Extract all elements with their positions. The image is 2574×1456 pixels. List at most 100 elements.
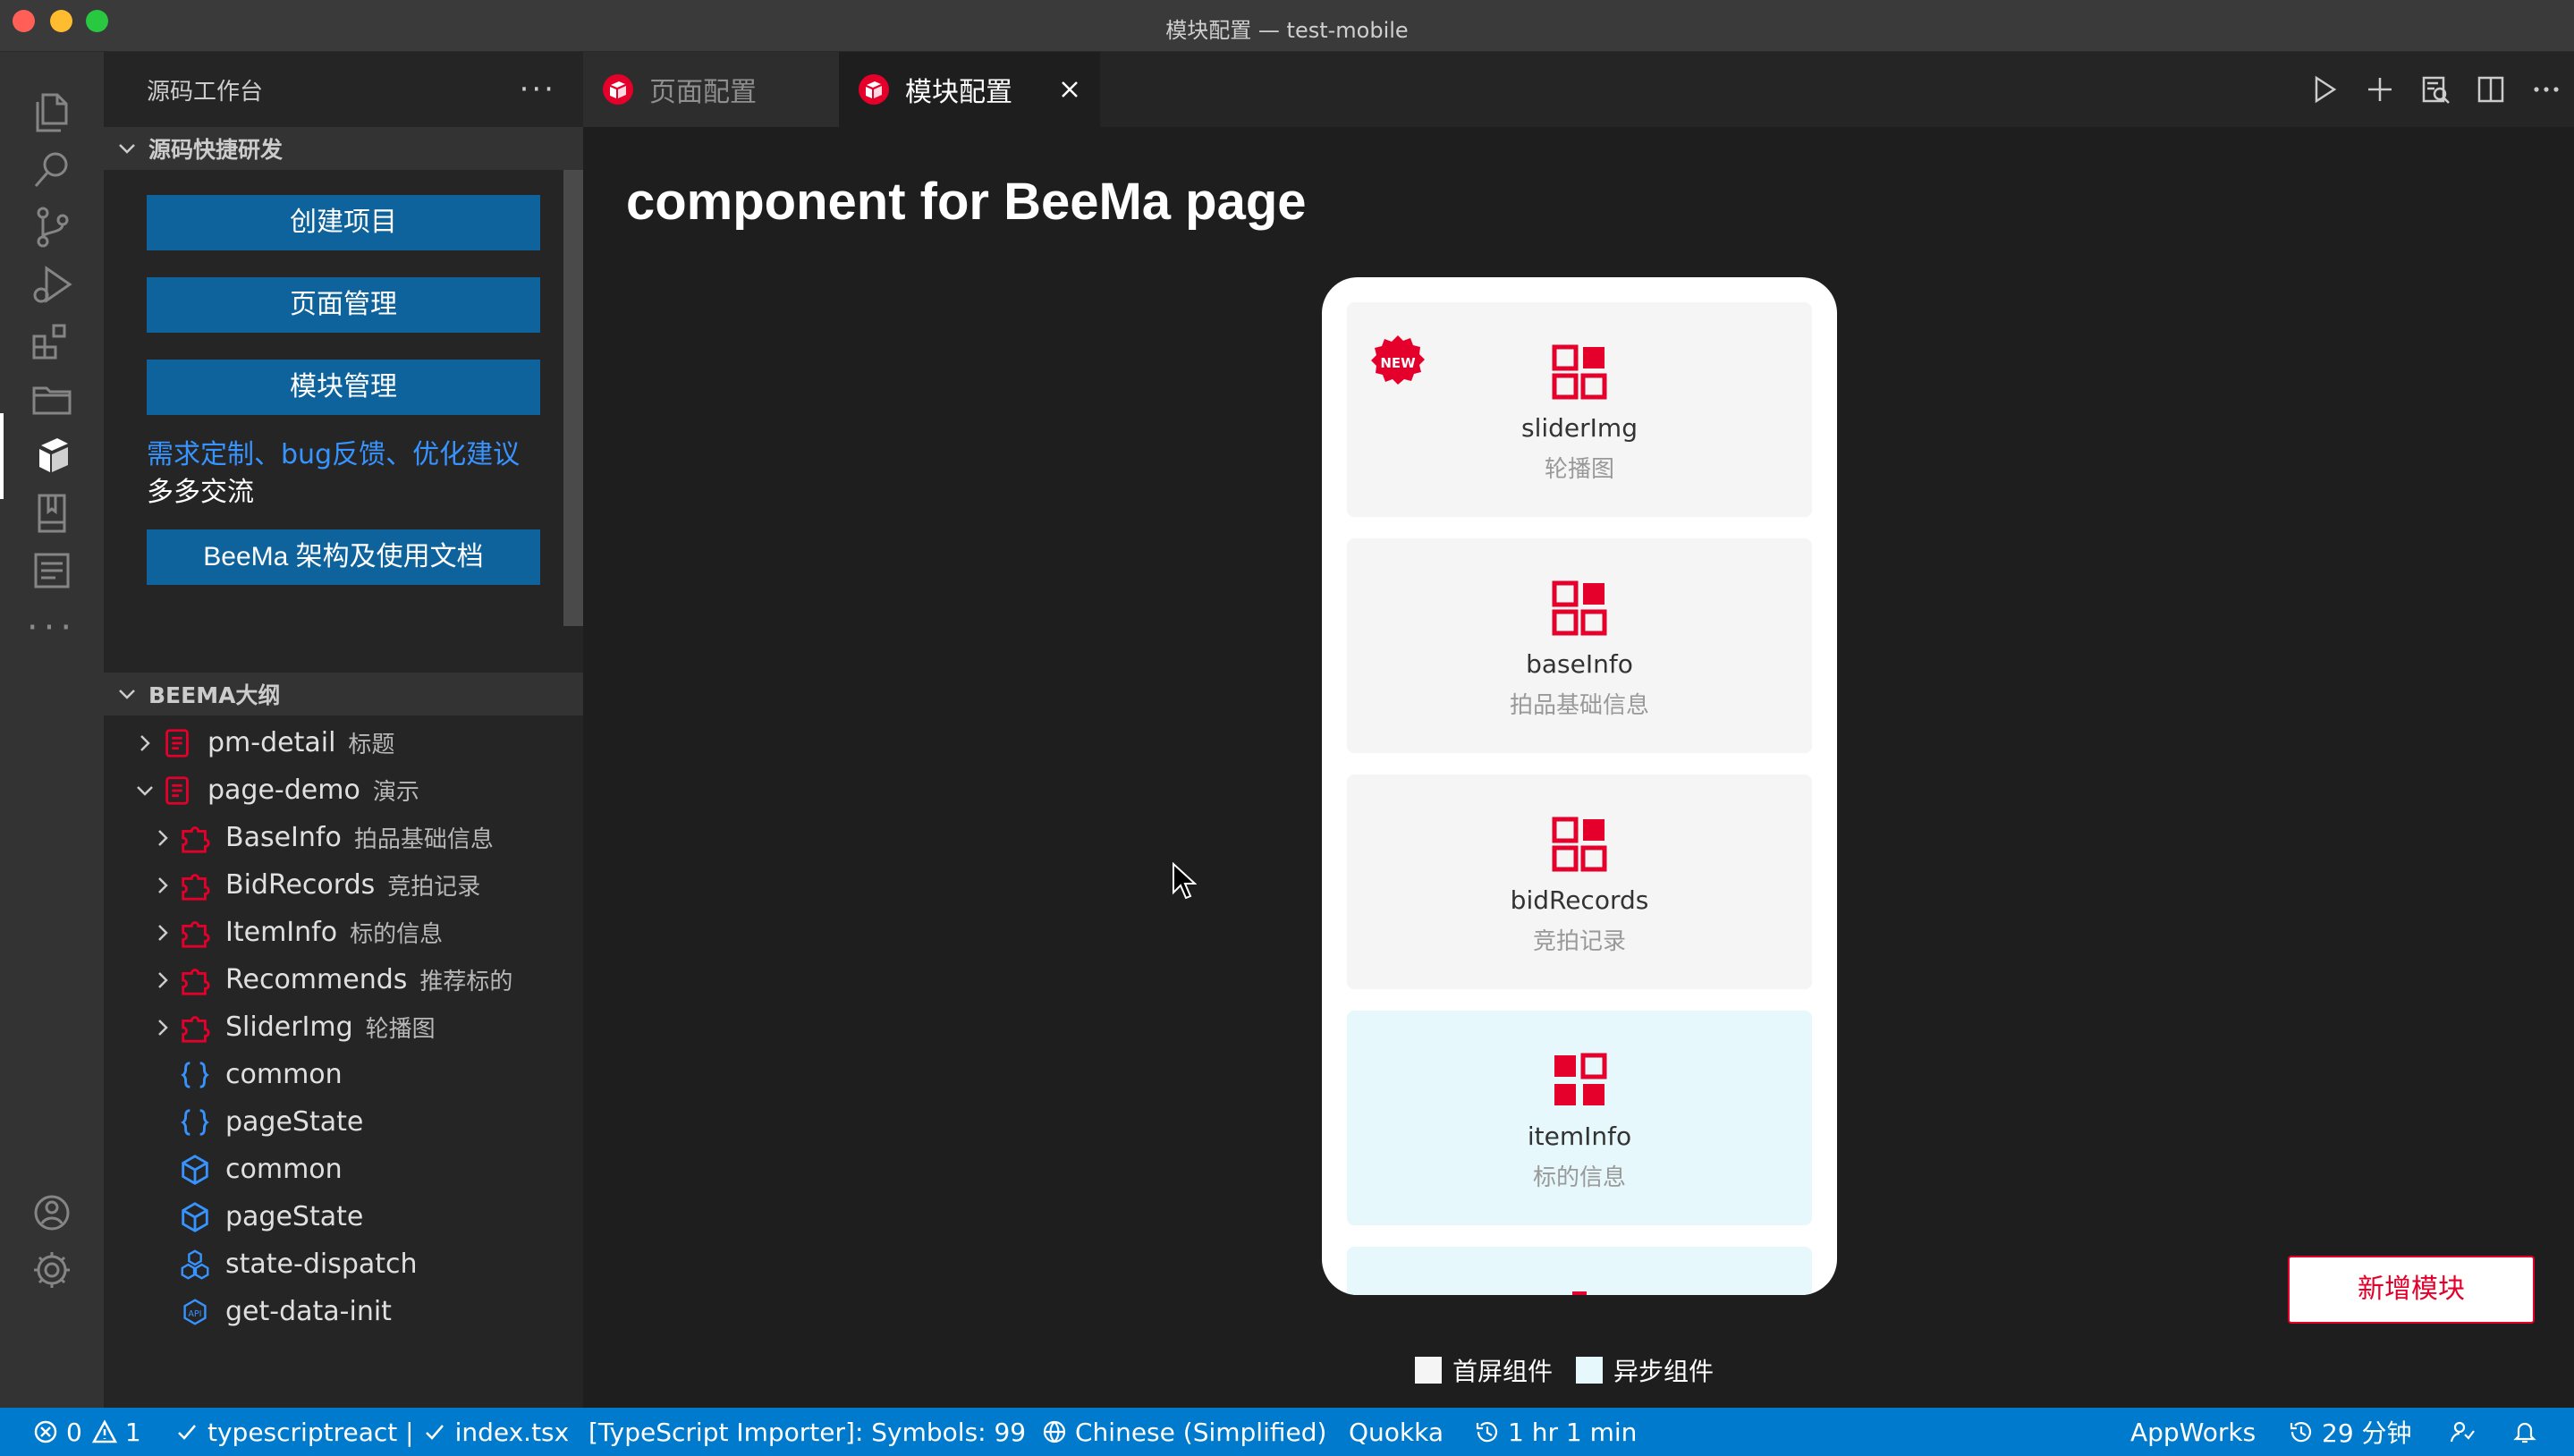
page-management-button[interactable]: 页面管理 [147, 277, 540, 333]
module-card-bidrecords[interactable]: bidRecords 竞拍记录 [1347, 775, 1812, 989]
error-count: 0 [66, 1417, 82, 1447]
open-preview-icon[interactable] [2408, 62, 2463, 117]
beema-logo-icon [603, 74, 633, 105]
warning-icon [91, 1419, 117, 1443]
tree-item-desc: 标题 [348, 732, 395, 758]
quokka-status[interactable]: Quokka [1349, 1408, 1444, 1456]
minutes-label: 29 分钟 [2322, 1418, 2412, 1448]
quick-section-header[interactable]: 源码快捷研发 [104, 127, 583, 170]
tree-item-desc: 标的信息 [350, 921, 444, 948]
outline-section-header[interactable]: BEEMA大纲 [104, 673, 583, 715]
chevron-right-icon [158, 829, 168, 846]
chevron-right-icon [158, 1019, 168, 1036]
language-status[interactable]: typescriptreact | index.tsx [174, 1408, 569, 1456]
importer-status[interactable]: [TypeScript Importer]: Symbols: 99 [588, 1408, 1026, 1456]
module-desc: 标的信息 [1532, 1164, 1626, 1191]
tab-page-config[interactable]: 页面配置 [583, 52, 839, 127]
sidebar-more-icon[interactable]: ··· [520, 72, 556, 107]
grid-icon [1552, 817, 1607, 872]
tree-item-pagestate-json[interactable]: pageState [104, 1098, 583, 1146]
sidebar-scrollbar[interactable] [563, 170, 583, 626]
minutes-status[interactable]: 29 分钟 [2288, 1408, 2412, 1456]
tree-item-bidrecords[interactable]: BidRecords 竞拍记录 [104, 861, 583, 909]
run-icon[interactable] [2297, 62, 2352, 117]
appworks-status[interactable]: AppWorks [2130, 1408, 2256, 1456]
cubes-icon [177, 1247, 213, 1282]
legend-label: 首屏组件 [1452, 1357, 1554, 1386]
tree-item-desc: 轮播图 [365, 1016, 436, 1043]
tree-item-iteminfo[interactable]: ItemInfo 标的信息 [104, 909, 583, 956]
tree-item-desc: 演示 [372, 779, 419, 806]
tab-module-config[interactable]: 模块配置 [839, 52, 1100, 127]
cube-icon [177, 1152, 213, 1188]
tree-item-name: common [225, 1059, 343, 1090]
legend-swatch-first-screen [1415, 1357, 1442, 1384]
chevron-right-icon [158, 876, 168, 893]
component-puzzle-icon [177, 1010, 213, 1045]
tab-label: 模块配置 [905, 77, 1012, 108]
editor-area: component for BeeMa page NEW sliderImg 轮… [583, 127, 2574, 1408]
module-card-partial[interactable] [1347, 1247, 1812, 1295]
tree-item-get-data-init[interactable]: API get-data-init [104, 1288, 583, 1335]
tree-item-pm-detail[interactable]: pm-detail 标题 [104, 719, 583, 766]
error-icon [34, 1420, 57, 1443]
tree-item-sliderimg[interactable]: SliderImg 轮播图 [104, 1003, 583, 1051]
grid-icon [1572, 1291, 1587, 1295]
locale-status[interactable]: Chinese (Simplified) [1041, 1408, 1326, 1456]
tree-item-common-model[interactable]: common [104, 1146, 583, 1193]
tree-item-name: ItemInfo [225, 917, 338, 948]
module-card-baseinfo[interactable]: baseInfo 拍品基础信息 [1347, 538, 1812, 753]
settings-gear-icon[interactable] [0, 1227, 104, 1313]
quick-section: 创建项目 页面管理 模块管理 需求定制、bug反馈、优化建议 多多交流 BeeM… [104, 170, 583, 673]
notifications-bell-icon[interactable] [2511, 1408, 2545, 1456]
legend-first-screen: 首屏组件 [1415, 1352, 1553, 1388]
chevron-down-icon [137, 785, 153, 796]
legend-label: 异步组件 [1613, 1357, 1715, 1386]
language-label: typescriptreact | [207, 1417, 414, 1447]
feedback-link[interactable]: 需求定制、bug反馈、优化建议 [147, 436, 583, 474]
history-icon [2290, 1422, 2312, 1443]
tree-item-pagestate-model[interactable]: pageState [104, 1193, 583, 1240]
chevron-right-icon [140, 734, 150, 751]
legend-async: 异步组件 [1576, 1352, 1714, 1388]
more-views-icon[interactable]: ··· [0, 585, 104, 671]
grid-icon [1554, 1053, 1607, 1105]
tree-item-name: SliderImg [225, 1012, 353, 1043]
svg-text:NEW: NEW [1380, 355, 1416, 371]
tree-item-name: pageState [225, 1201, 364, 1232]
history-icon [1476, 1422, 1498, 1443]
close-icon[interactable] [1055, 75, 1084, 104]
module-management-button[interactable]: 模块管理 [147, 360, 540, 415]
tree-item-desc: 拍品基础信息 [353, 826, 494, 853]
tree-item-recommends[interactable]: Recommends 推荐标的 [104, 956, 583, 1003]
quick-section-label: 源码快捷研发 [148, 137, 284, 163]
tree-item-desc: 竞拍记录 [387, 874, 481, 901]
tree-item-desc: 推荐标的 [419, 969, 513, 995]
split-editor-icon[interactable] [2463, 62, 2519, 117]
cube-icon [177, 1199, 213, 1235]
create-project-button[interactable]: 创建项目 [147, 195, 540, 250]
tree-item-page-demo[interactable]: page-demo 演示 [104, 766, 583, 814]
time-label: 1 hr 1 min [1508, 1417, 1638, 1447]
component-puzzle-icon [177, 820, 213, 856]
time-status[interactable]: 1 hr 1 min [1474, 1408, 1637, 1456]
phone-preview: NEW sliderImg 轮播图 baseInfo 拍品基础信息 bidRec… [1322, 277, 1837, 1295]
tree-item-name: BaseInfo [225, 822, 342, 853]
tree-item-common-json[interactable]: common [104, 1051, 583, 1098]
page-file-icon [159, 773, 195, 808]
add-icon[interactable] [2352, 62, 2408, 117]
tab-label: 页面配置 [649, 77, 757, 108]
more-actions-icon[interactable] [2519, 62, 2574, 117]
module-name: sliderImg [1521, 413, 1638, 443]
problems-status[interactable]: 0 1 [32, 1408, 141, 1456]
tree-item-baseinfo[interactable]: BaseInfo 拍品基础信息 [104, 814, 583, 861]
tree-item-state-dispatch[interactable]: state-dispatch [104, 1240, 583, 1288]
file-label: index.tsx [454, 1417, 570, 1447]
tree-item-name: BidRecords [225, 869, 376, 901]
feedback-icon[interactable] [2449, 1408, 2483, 1456]
module-card-sliderimg[interactable]: NEW sliderImg 轮播图 [1347, 302, 1812, 517]
chevron-right-icon [158, 971, 168, 988]
add-module-button[interactable]: 新增模块 [2288, 1256, 2535, 1324]
docs-button[interactable]: BeeMa 架构及使用文档 [147, 529, 540, 585]
module-card-iteminfo[interactable]: itemInfo 标的信息 [1347, 1011, 1812, 1225]
